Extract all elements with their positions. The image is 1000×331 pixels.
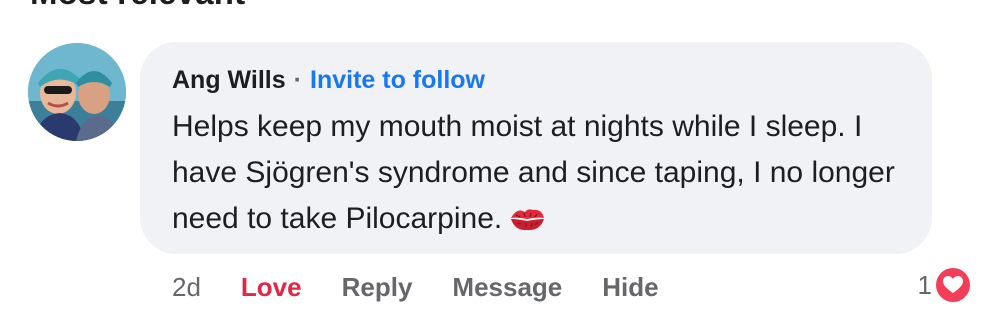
comment-header: Ang Wills · Invite to follow	[172, 65, 485, 95]
comment-timestamp[interactable]: 2d	[172, 272, 201, 303]
hide-button[interactable]: Hide	[602, 272, 658, 303]
heart-reaction-icon	[943, 276, 963, 293]
heart-reaction-badge	[934, 266, 972, 304]
heart-reaction-circle	[936, 268, 970, 302]
section-header: Most relevant	[30, 0, 245, 10]
avatar-photo	[28, 43, 126, 141]
reaction-count: 1	[917, 269, 932, 300]
comment-thread: Most relevant Ang Wills· Invite to follow…	[0, 0, 1000, 331]
love-button[interactable]: Love	[241, 272, 302, 303]
separator-dot: ·	[293, 66, 302, 94]
kiss-mark-icon	[511, 209, 545, 231]
author-name[interactable]: Ang Wills	[172, 66, 286, 94]
comment-body: Helps keep my mouth moist at nights whil…	[172, 104, 912, 242]
invite-to-follow-link[interactable]: Invite to follow	[310, 66, 485, 94]
message-button[interactable]: Message	[452, 272, 562, 303]
reaction-summary[interactable]: 1	[918, 266, 972, 304]
avatar[interactable]	[28, 43, 126, 141]
comment-actions: 2d Love Reply Message Hide	[172, 270, 699, 304]
reply-button[interactable]: Reply	[342, 272, 413, 303]
comment-bubble: Ang Wills · Invite to follow Helps keep my…	[140, 42, 932, 254]
